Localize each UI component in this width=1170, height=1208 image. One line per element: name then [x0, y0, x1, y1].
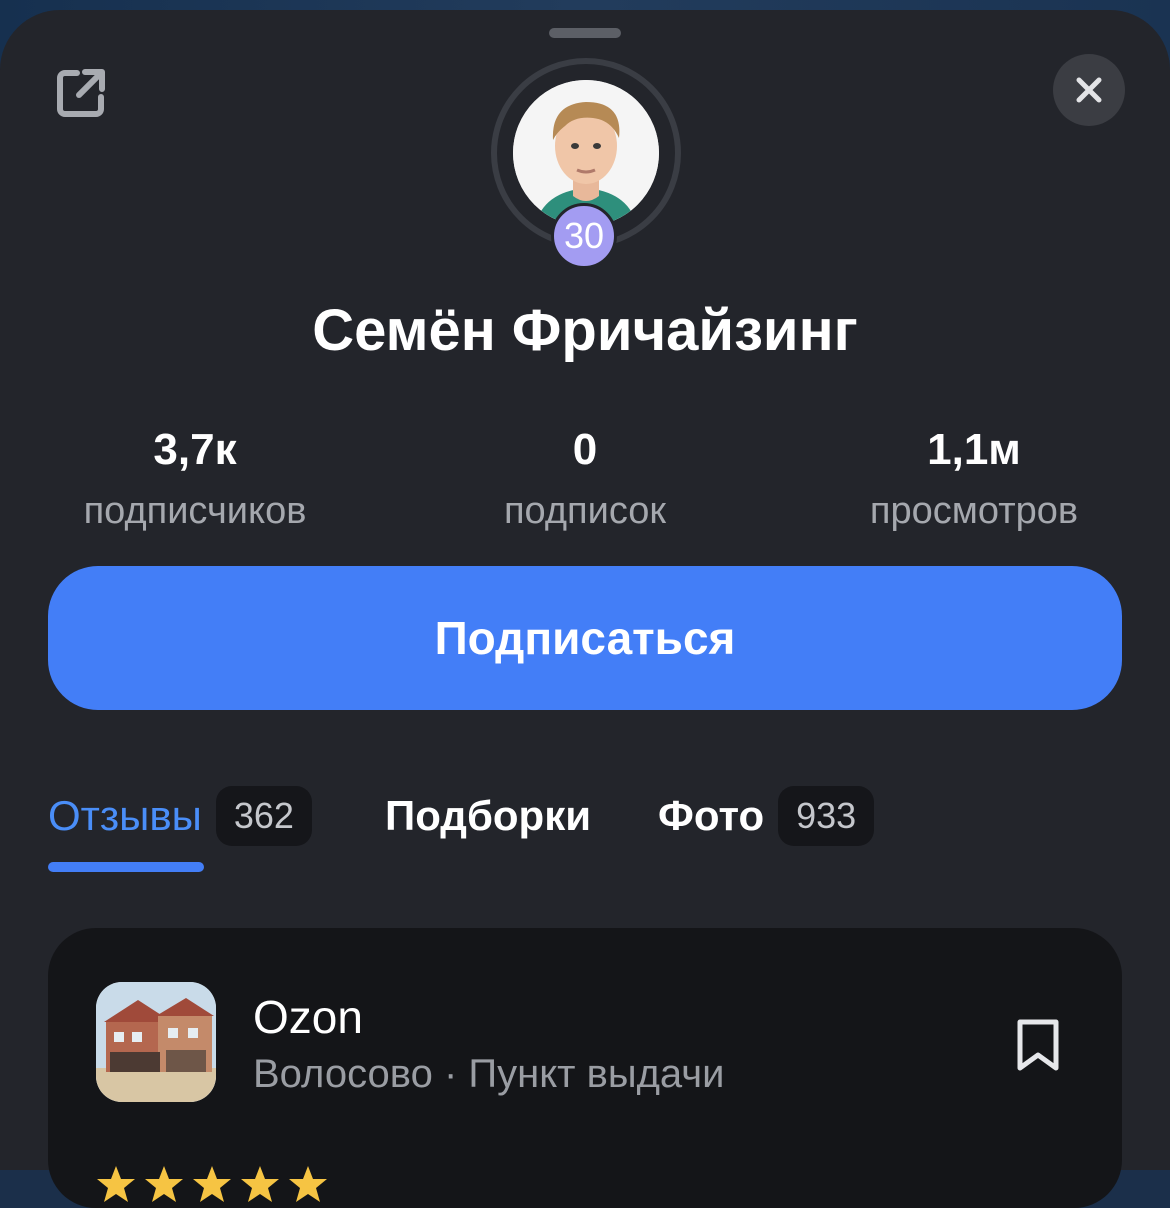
close-icon [1076, 77, 1102, 103]
stat-following[interactable]: 0 подписок [420, 420, 750, 542]
star-icon [241, 1166, 279, 1202]
close-button[interactable] [1053, 54, 1125, 126]
star-icon [97, 1166, 135, 1202]
level-badge: 30 [551, 203, 617, 269]
star-icon [289, 1166, 327, 1202]
active-tab-indicator [48, 862, 204, 872]
tab-photos[interactable]: Фото 933 [658, 786, 875, 846]
subscribe-button[interactable]: Подписаться [48, 566, 1122, 710]
star-icon [193, 1166, 231, 1202]
tab-count-badge: 362 [215, 786, 312, 846]
stat-value: 0 [572, 425, 598, 474]
user-name: Семён Фричайзинг [312, 298, 858, 363]
place-name[interactable]: Ozon [253, 990, 363, 1044]
tab-label: Подборки [385, 792, 592, 839]
stat-followers[interactable]: 3,7к подписчиков [30, 420, 360, 542]
stat-label: подписчиков [83, 490, 307, 532]
stat-value: 3,7к [153, 425, 237, 474]
bookmark-icon [1017, 1019, 1059, 1071]
external-link-icon [57, 69, 105, 117]
share-button[interactable] [52, 64, 110, 122]
review-card[interactable]: Ozon Волосово · Пункт выдачи [48, 928, 1122, 1208]
tab-reviews[interactable]: Отзывы 362 [48, 786, 312, 846]
bookmark-button[interactable] [1008, 1010, 1068, 1080]
stat-label: подписок [503, 490, 667, 532]
profile-bottom-sheet: 30 Семён Фричайзинг 3,7к подписчиков 0 п… [0, 10, 1170, 1208]
tab-label: Фото [658, 792, 765, 839]
tab-count-badge: 933 [778, 786, 875, 846]
sheet-grabber-handle[interactable] [549, 28, 621, 38]
place-meta: Волосово · Пункт выдачи [253, 1052, 725, 1096]
stat-label: просмотров [869, 490, 1079, 532]
place-thumbnail[interactable] [96, 982, 216, 1102]
tab-collections[interactable]: Подборки [385, 786, 591, 846]
stat-value: 1,1м [927, 425, 1021, 474]
rating-stars [96, 1164, 328, 1204]
tab-label: Отзывы [48, 792, 202, 839]
star-icon [145, 1166, 183, 1202]
stat-views[interactable]: 1,1м просмотров [809, 420, 1139, 542]
